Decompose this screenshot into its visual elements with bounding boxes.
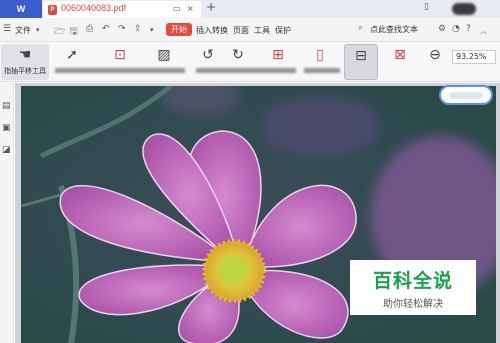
print-icon[interactable]: ⎙ (86, 24, 93, 34)
app-logo[interactable]: W (0, 0, 42, 18)
select-tool-button[interactable]: ➚ (50, 44, 94, 80)
zoom-icon: ⊖ (429, 47, 441, 63)
rotate-right-button[interactable]: ↻ (216, 44, 260, 80)
zoom-level-field[interactable]: 93.25% (452, 50, 496, 64)
edit-image-button[interactable]: ▨ (142, 44, 186, 80)
actual-size-button[interactable]: ⊠ (380, 44, 420, 80)
insert-page-button[interactable]: ⊞ (256, 44, 300, 80)
menu-tools[interactable]: 工具 (254, 25, 270, 36)
edit-text-button[interactable]: ⊡ (98, 44, 142, 80)
menu-bar: ☰ 文件 ▾ 🗁 🖫 ⎙ ↶ ↷ ⇪ ▾ 开始 插入 转换 页面 工具 保护 ⌕… (0, 18, 500, 42)
actual-size-icon: ⊠ (394, 47, 406, 63)
menu-file[interactable]: 文件 (15, 25, 31, 36)
tab-close-icon[interactable]: × (187, 4, 194, 13)
obscured-labels-3 (304, 68, 340, 73)
hand-tool-label: 指抽平移工具 (4, 67, 46, 75)
left-sidebar: ▤ ▣ ◪ (0, 83, 14, 343)
tab-title: 0060040083.pdf (61, 3, 127, 13)
ribbon-toolbar: ☚ 指抽平移工具 ➚ ⊡ ▨ ↺ ↻ ⊞ ▯ ⊟ ⊠ ⊖ (0, 42, 500, 82)
export-icon[interactable]: ⇪ (134, 24, 142, 34)
window-layout-icon[interactable]: ▯ (424, 2, 429, 12)
single-page-button[interactable]: ▯ (298, 44, 342, 80)
ribbon-collapse-icon[interactable]: ︿ (480, 26, 487, 36)
app-logo-label: W (16, 4, 26, 14)
fit-page-icon: ⊟ (355, 48, 367, 64)
obscured-labels-1 (55, 68, 185, 73)
document-tab[interactable]: P 0060040083.pdf ▭ × (43, 1, 201, 18)
settings-icon[interactable]: ⚙ (438, 24, 446, 34)
menu-insert[interactable]: 插入 (196, 25, 212, 36)
annotation-icon[interactable]: ◪ (2, 145, 11, 155)
obscured-page-number (449, 92, 483, 99)
menu-page[interactable]: 页面 (233, 25, 249, 36)
skin-icon[interactable]: ◔ (452, 24, 460, 34)
single-page-icon: ▯ (316, 47, 324, 63)
chevron-down-icon[interactable]: ▾ (36, 26, 40, 34)
thumbnail-icon[interactable]: ▤ (2, 101, 11, 111)
quick-access-chevron-icon[interactable]: ▾ (150, 26, 154, 34)
obscured-labels-2 (196, 68, 296, 73)
fit-page-button[interactable]: ⊟ (344, 44, 378, 80)
watermark: 百科全说 助你轻松解决 (350, 260, 476, 315)
title-bar: W P 0060040083.pdf ▭ × + ▯ (0, 0, 500, 18)
new-tab-button[interactable]: + (206, 0, 216, 14)
save-icon[interactable]: 🖫 (70, 24, 78, 40)
insert-page-icon: ⊞ (272, 47, 284, 63)
cursor-arrow-icon: ➚ (66, 47, 78, 63)
menu-convert[interactable]: 转换 (212, 25, 228, 36)
undo-icon[interactable]: ↶ (102, 24, 110, 34)
tab-restore-icon[interactable]: ▭ (173, 4, 181, 13)
search-placeholder: 点此查找文本 (370, 25, 418, 34)
page-number-indicator[interactable] (439, 85, 493, 105)
hamburger-menu-icon[interactable]: ☰ (3, 24, 11, 34)
watermark-title: 百科全说 (372, 270, 453, 292)
open-folder-icon[interactable]: 🗁 (54, 24, 65, 40)
bookmark-icon[interactable]: ▣ (2, 123, 11, 133)
search-icon: ⌕ (358, 23, 364, 33)
pdf-file-icon: P (48, 5, 57, 15)
edit-text-icon: ⊡ (114, 47, 126, 63)
redo-icon[interactable]: ↷ (118, 24, 126, 34)
help-icon[interactable]: ? (466, 24, 471, 34)
search-box[interactable]: ⌕ 点此查找文本 (356, 23, 434, 37)
zoom-out-button[interactable]: ⊖ (420, 44, 450, 80)
menu-start-tab[interactable]: 开始 (166, 23, 192, 36)
hand-tool-button[interactable]: ☚ 指抽平移工具 (1, 44, 49, 80)
watermark-subtitle: 助你轻松解决 (383, 299, 443, 310)
user-avatar[interactable] (452, 3, 476, 15)
menu-protect[interactable]: 保护 (275, 25, 291, 36)
hand-icon: ☚ (18, 47, 32, 63)
image-icon: ▨ (157, 47, 171, 63)
rotate-right-icon: ↻ (232, 47, 244, 63)
